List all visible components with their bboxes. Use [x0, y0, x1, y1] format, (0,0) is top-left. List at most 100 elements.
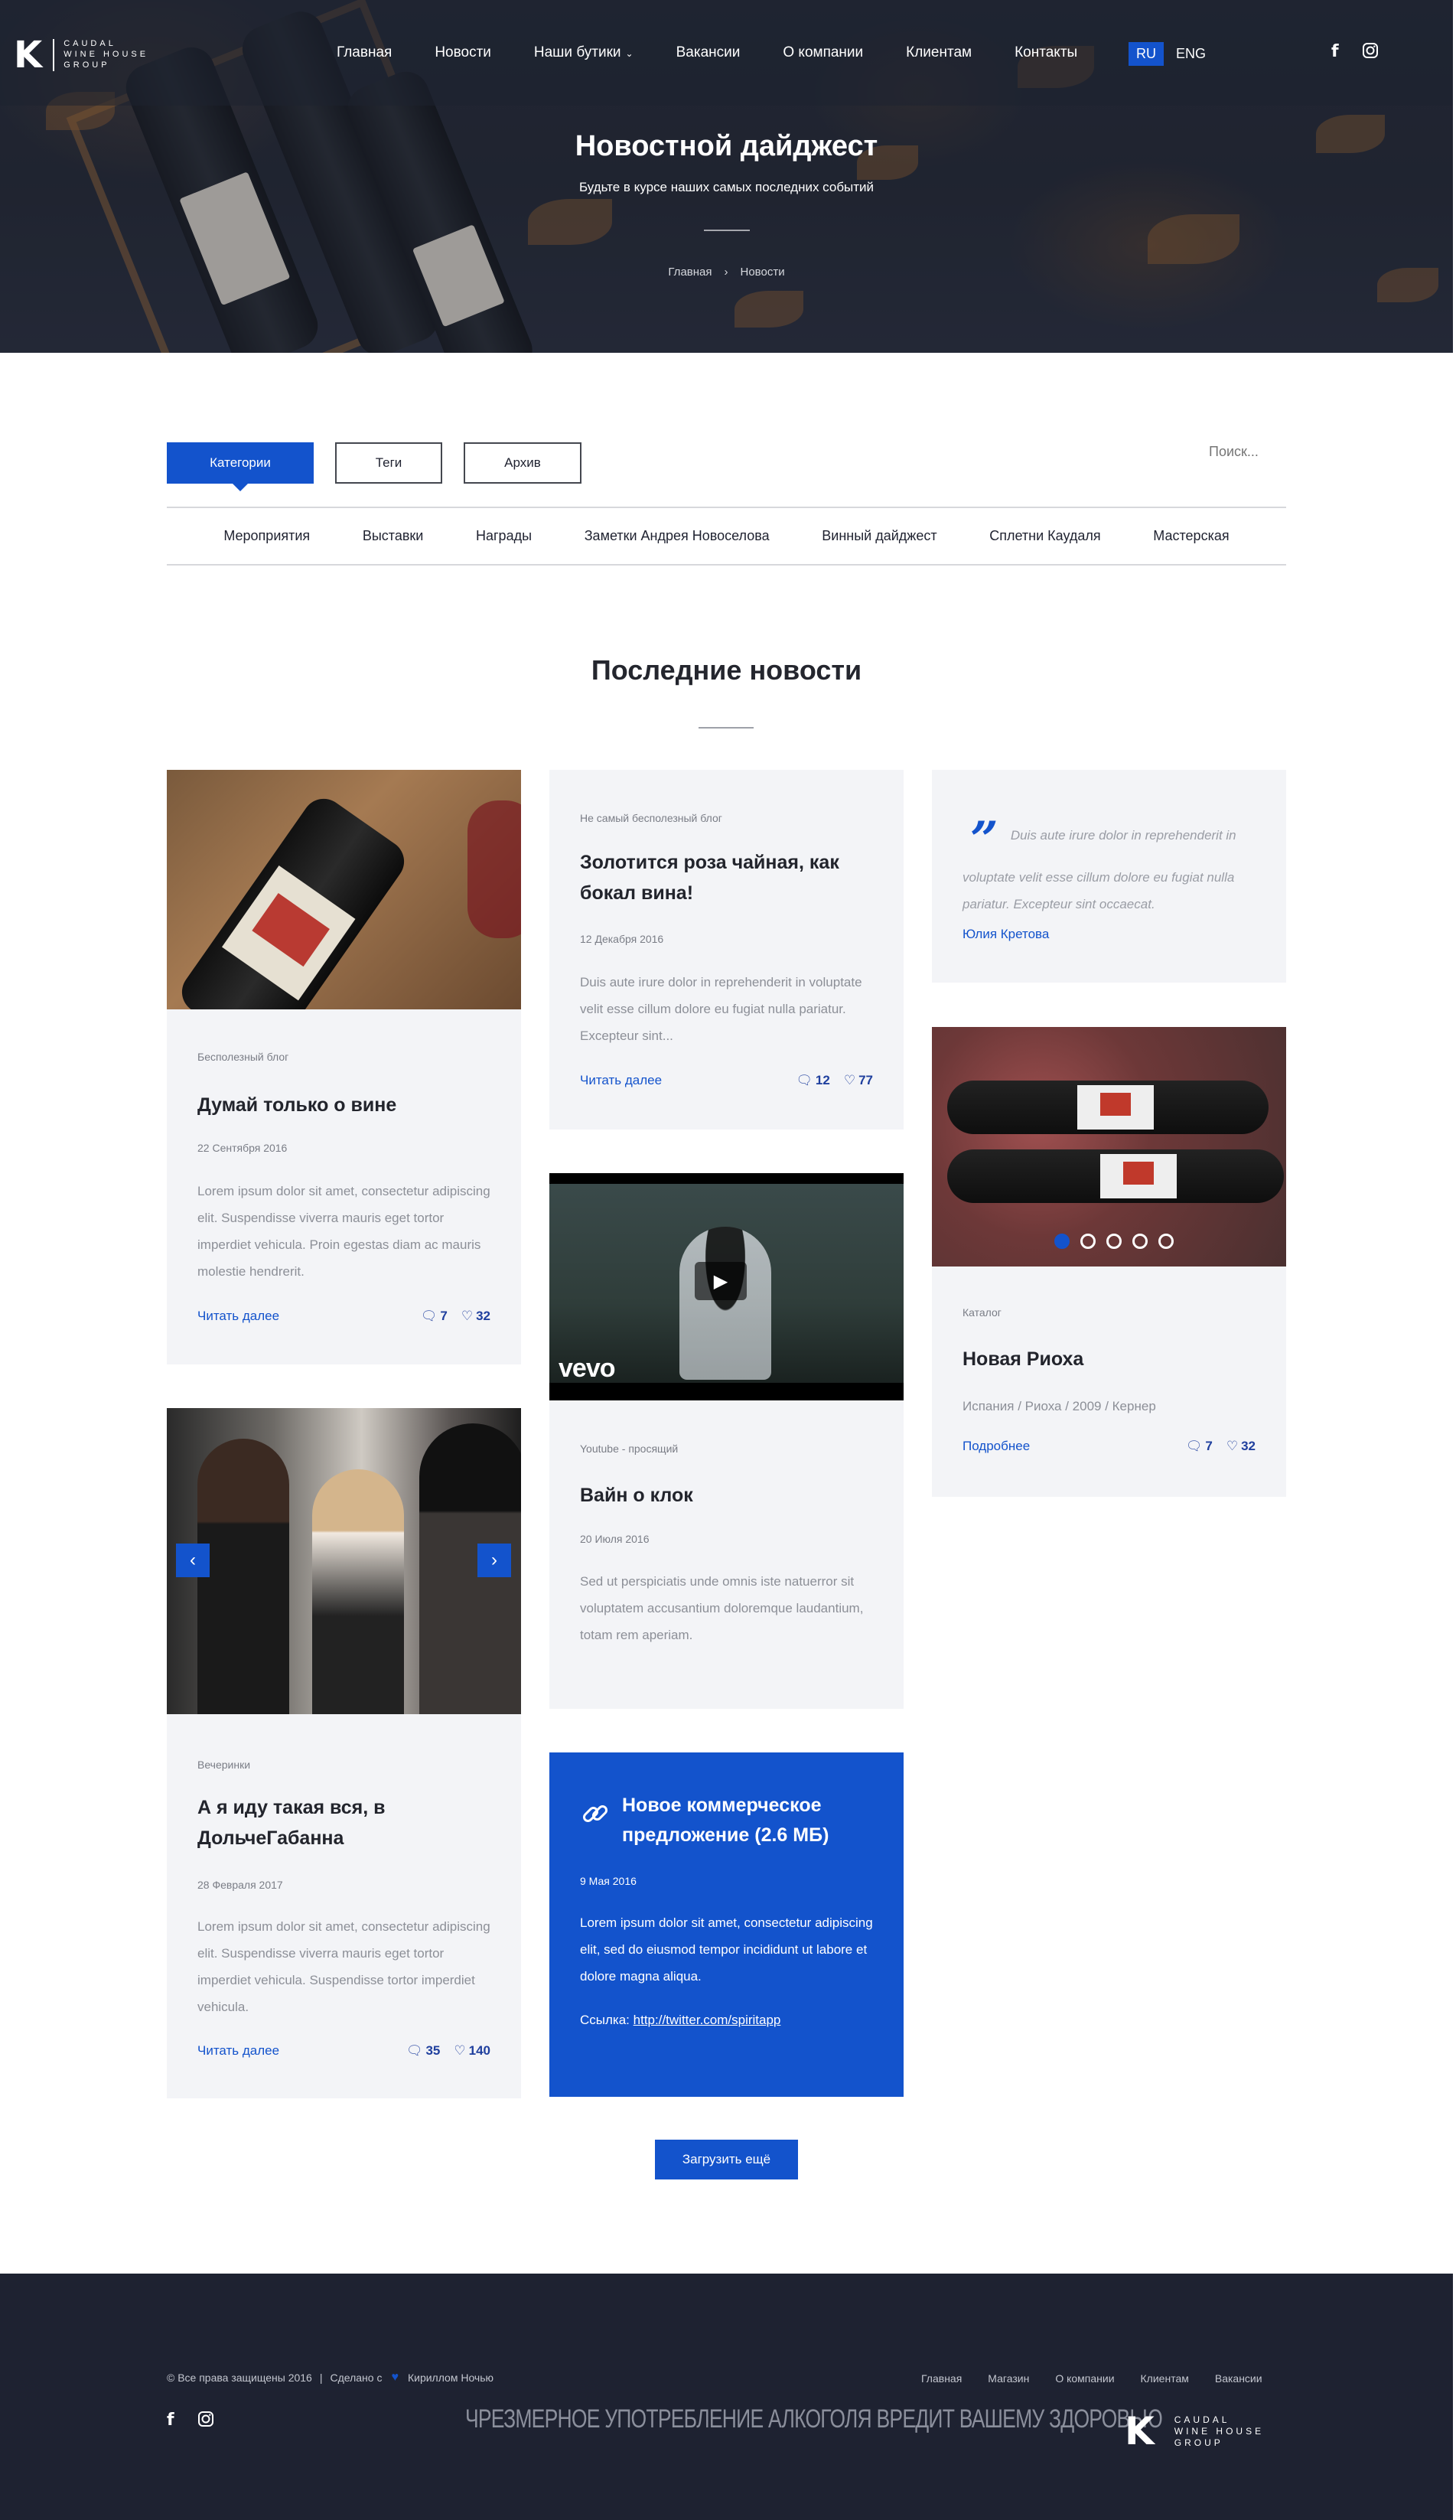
nav-item-vacancies[interactable]: Вакансии — [676, 44, 741, 61]
footer-nav-shop[interactable]: Магазин — [988, 2372, 1029, 2385]
category-events[interactable]: Мероприятия — [223, 528, 310, 544]
heart-icon: ♥ — [391, 2371, 399, 2384]
category-notes[interactable]: Заметки Андрея Новоселова — [585, 528, 770, 544]
party-photo[interactable]: ‹ › — [167, 1408, 521, 1714]
comments-count[interactable]: 🗨 7 — [1186, 1439, 1213, 1454]
likes-count[interactable]: ♡ 32 — [461, 1309, 490, 1324]
comment-icon: 🗨 — [796, 1073, 813, 1087]
language-switcher: RU ENG — [1129, 42, 1206, 66]
footer-logo[interactable]: K CAUDAL WINE HOUSE GROUP — [1125, 2412, 1264, 2450]
logo-line: GROUP — [1174, 2437, 1223, 2448]
slider-dot[interactable] — [1106, 1234, 1122, 1249]
category-workshop[interactable]: Мастерская — [1153, 528, 1229, 544]
copyright-text: © Все права защищены 2016 — [167, 2372, 312, 2384]
divider — [699, 727, 754, 729]
facebook-icon[interactable]: f — [1331, 42, 1339, 64]
link-icon — [580, 1798, 611, 1833]
nav-item-boutiques[interactable]: Наши бутики ⌄ — [534, 44, 634, 61]
footer-nav-home[interactable]: Главная — [921, 2372, 962, 2385]
lang-eng-button[interactable]: ENG — [1176, 46, 1206, 62]
card-date: 22 Сентября 2016 — [197, 1142, 288, 1154]
nav-item-news[interactable]: Новости — [435, 44, 491, 61]
comments-value: 12 — [815, 1073, 830, 1087]
footer-nav-clients[interactable]: Клиентам — [1141, 2372, 1189, 2385]
category-bar: Мероприятия Выставки Награды Заметки Анд… — [167, 507, 1286, 566]
search-input[interactable] — [1209, 444, 1285, 460]
logo[interactable]: K CAUDAL WINE HOUSE GROUP — [14, 37, 148, 73]
likes-count[interactable]: ♡ 77 — [844, 1073, 873, 1088]
logo-line: WINE HOUSE — [1174, 2425, 1265, 2437]
tab-categories[interactable]: Категории — [167, 442, 314, 491]
category-wine-digest[interactable]: Винный дайджест — [822, 528, 936, 544]
logo-letter: K — [1125, 2409, 1155, 2453]
comments-count[interactable]: 🗨 7 — [421, 1309, 448, 1324]
instagram-icon[interactable] — [1362, 42, 1379, 64]
read-more-link[interactable]: Читать далее — [197, 1309, 279, 1324]
card-date: 9 Мая 2016 — [580, 1875, 637, 1887]
arrow-right-icon[interactable]: › — [477, 1544, 511, 1577]
read-more-link[interactable]: Читать далее — [580, 1073, 662, 1088]
wine-bottles-image[interactable] — [932, 1027, 1286, 1267]
tab-archive[interactable]: Архив — [464, 442, 581, 484]
quote-card: ” Duis aute irure dolor in reprehenderit … — [932, 770, 1286, 983]
hero: K CAUDAL WINE HOUSE GROUP Главная Новост… — [0, 0, 1453, 353]
load-more-button[interactable]: Загрузить ещё — [655, 2140, 798, 2179]
slider-dot[interactable] — [1158, 1234, 1174, 1249]
nav-item-contacts[interactable]: Контакты — [1015, 44, 1077, 61]
slider-dot[interactable] — [1054, 1234, 1070, 1249]
breadcrumb-home[interactable]: Главная — [668, 266, 712, 279]
card-title[interactable]: Новое коммерческое предложение (2.6 МБ) — [622, 1791, 873, 1850]
card-title[interactable]: Вайн о клок — [580, 1480, 873, 1511]
news-card: Бесполезный блог Думай только о вине 22 … — [167, 770, 521, 1364]
tab-tags[interactable]: Теги — [335, 442, 442, 484]
card-text: Duis aute irure dolor in reprehenderit i… — [580, 975, 862, 1043]
main-nav: Главная Новости Наши бутики ⌄ Вакансии О … — [337, 44, 1120, 61]
page-subtitle: Будьте в курсе наших самых последних соб… — [578, 180, 875, 194]
likes-count[interactable]: ♡ 32 — [1226, 1439, 1256, 1454]
footer-nav-vacancies[interactable]: Вакансии — [1215, 2372, 1262, 2385]
wine-bottle-image[interactable] — [167, 770, 521, 1009]
breadcrumb: Главная › Новости — [0, 266, 1453, 279]
health-warning: ЧРЕЗМЕРНОЕ УПОТРЕБЛЕНИЕ АЛКОГОЛЯ ВРЕДИТ … — [465, 2404, 1163, 2434]
card-category: Бесполезный блог — [197, 1051, 289, 1063]
offer-link[interactable]: http://twitter.com/spiritapp — [634, 2013, 781, 2027]
slider-dot[interactable] — [1080, 1234, 1096, 1249]
facebook-icon[interactable]: f — [167, 2411, 174, 2432]
lang-ru-button[interactable]: RU — [1129, 42, 1164, 66]
quote-author[interactable]: Юлия Кретова — [963, 927, 1256, 942]
filter-tabs: Категории Теги Архив — [167, 442, 581, 491]
card-title[interactable]: Думай только о вине — [197, 1090, 490, 1120]
likes-count[interactable]: ♡ 140 — [454, 2043, 490, 2059]
breadcrumb-current: Новости — [740, 266, 785, 279]
slider-dot[interactable] — [1132, 1234, 1148, 1249]
category-gossip[interactable]: Сплетни Каудаля — [989, 528, 1100, 544]
play-icon[interactable]: ▶ — [695, 1262, 747, 1300]
footer — [0, 2274, 1453, 2520]
comments-count[interactable]: 🗨 12 — [796, 1073, 830, 1088]
card-text: Sed ut perspiciatis unde omnis iste natu… — [580, 1574, 864, 1642]
quote-icon: ” — [970, 811, 998, 869]
copyright: © Все права защищены 2016 | Сделано с ♥ … — [167, 2371, 494, 2384]
vevo-logo: vevo — [559, 1354, 615, 1383]
heart-icon: ♡ — [461, 1309, 474, 1323]
footer-nav-about[interactable]: О компании — [1055, 2372, 1114, 2385]
arrow-left-icon[interactable]: ‹ — [176, 1544, 210, 1577]
nav-item-about[interactable]: О компании — [783, 44, 863, 61]
read-more-link[interactable]: Читать далее — [197, 2043, 279, 2059]
card-title[interactable]: А я иду такая вся, в ДольчеГабанна — [197, 1792, 490, 1853]
nav-item-boutiques-label: Наши бутики — [533, 44, 621, 60]
link-label: Ссылка: — [580, 2013, 630, 2027]
nav-item-clients[interactable]: Клиентам — [906, 44, 972, 61]
card-date: 28 Февраля 2017 — [197, 1879, 283, 1891]
author-link[interactable]: Кириллом Ночью — [408, 2372, 493, 2384]
details-link[interactable]: Подробнее — [963, 1439, 1030, 1454]
video-player[interactable]: ▶ vevo — [549, 1173, 904, 1400]
category-exhibitions[interactable]: Выставки — [363, 528, 424, 544]
comments-count[interactable]: 🗨 35 — [406, 2043, 441, 2059]
category-awards[interactable]: Награды — [476, 528, 532, 544]
card-title[interactable]: Золотится роза чайная, как бокал вина! — [580, 847, 873, 908]
card-title[interactable]: Новая Риоха — [963, 1344, 1256, 1374]
instagram-icon[interactable] — [197, 2411, 214, 2432]
heart-icon: ♡ — [1226, 1439, 1239, 1453]
nav-item-home[interactable]: Главная — [337, 44, 392, 61]
